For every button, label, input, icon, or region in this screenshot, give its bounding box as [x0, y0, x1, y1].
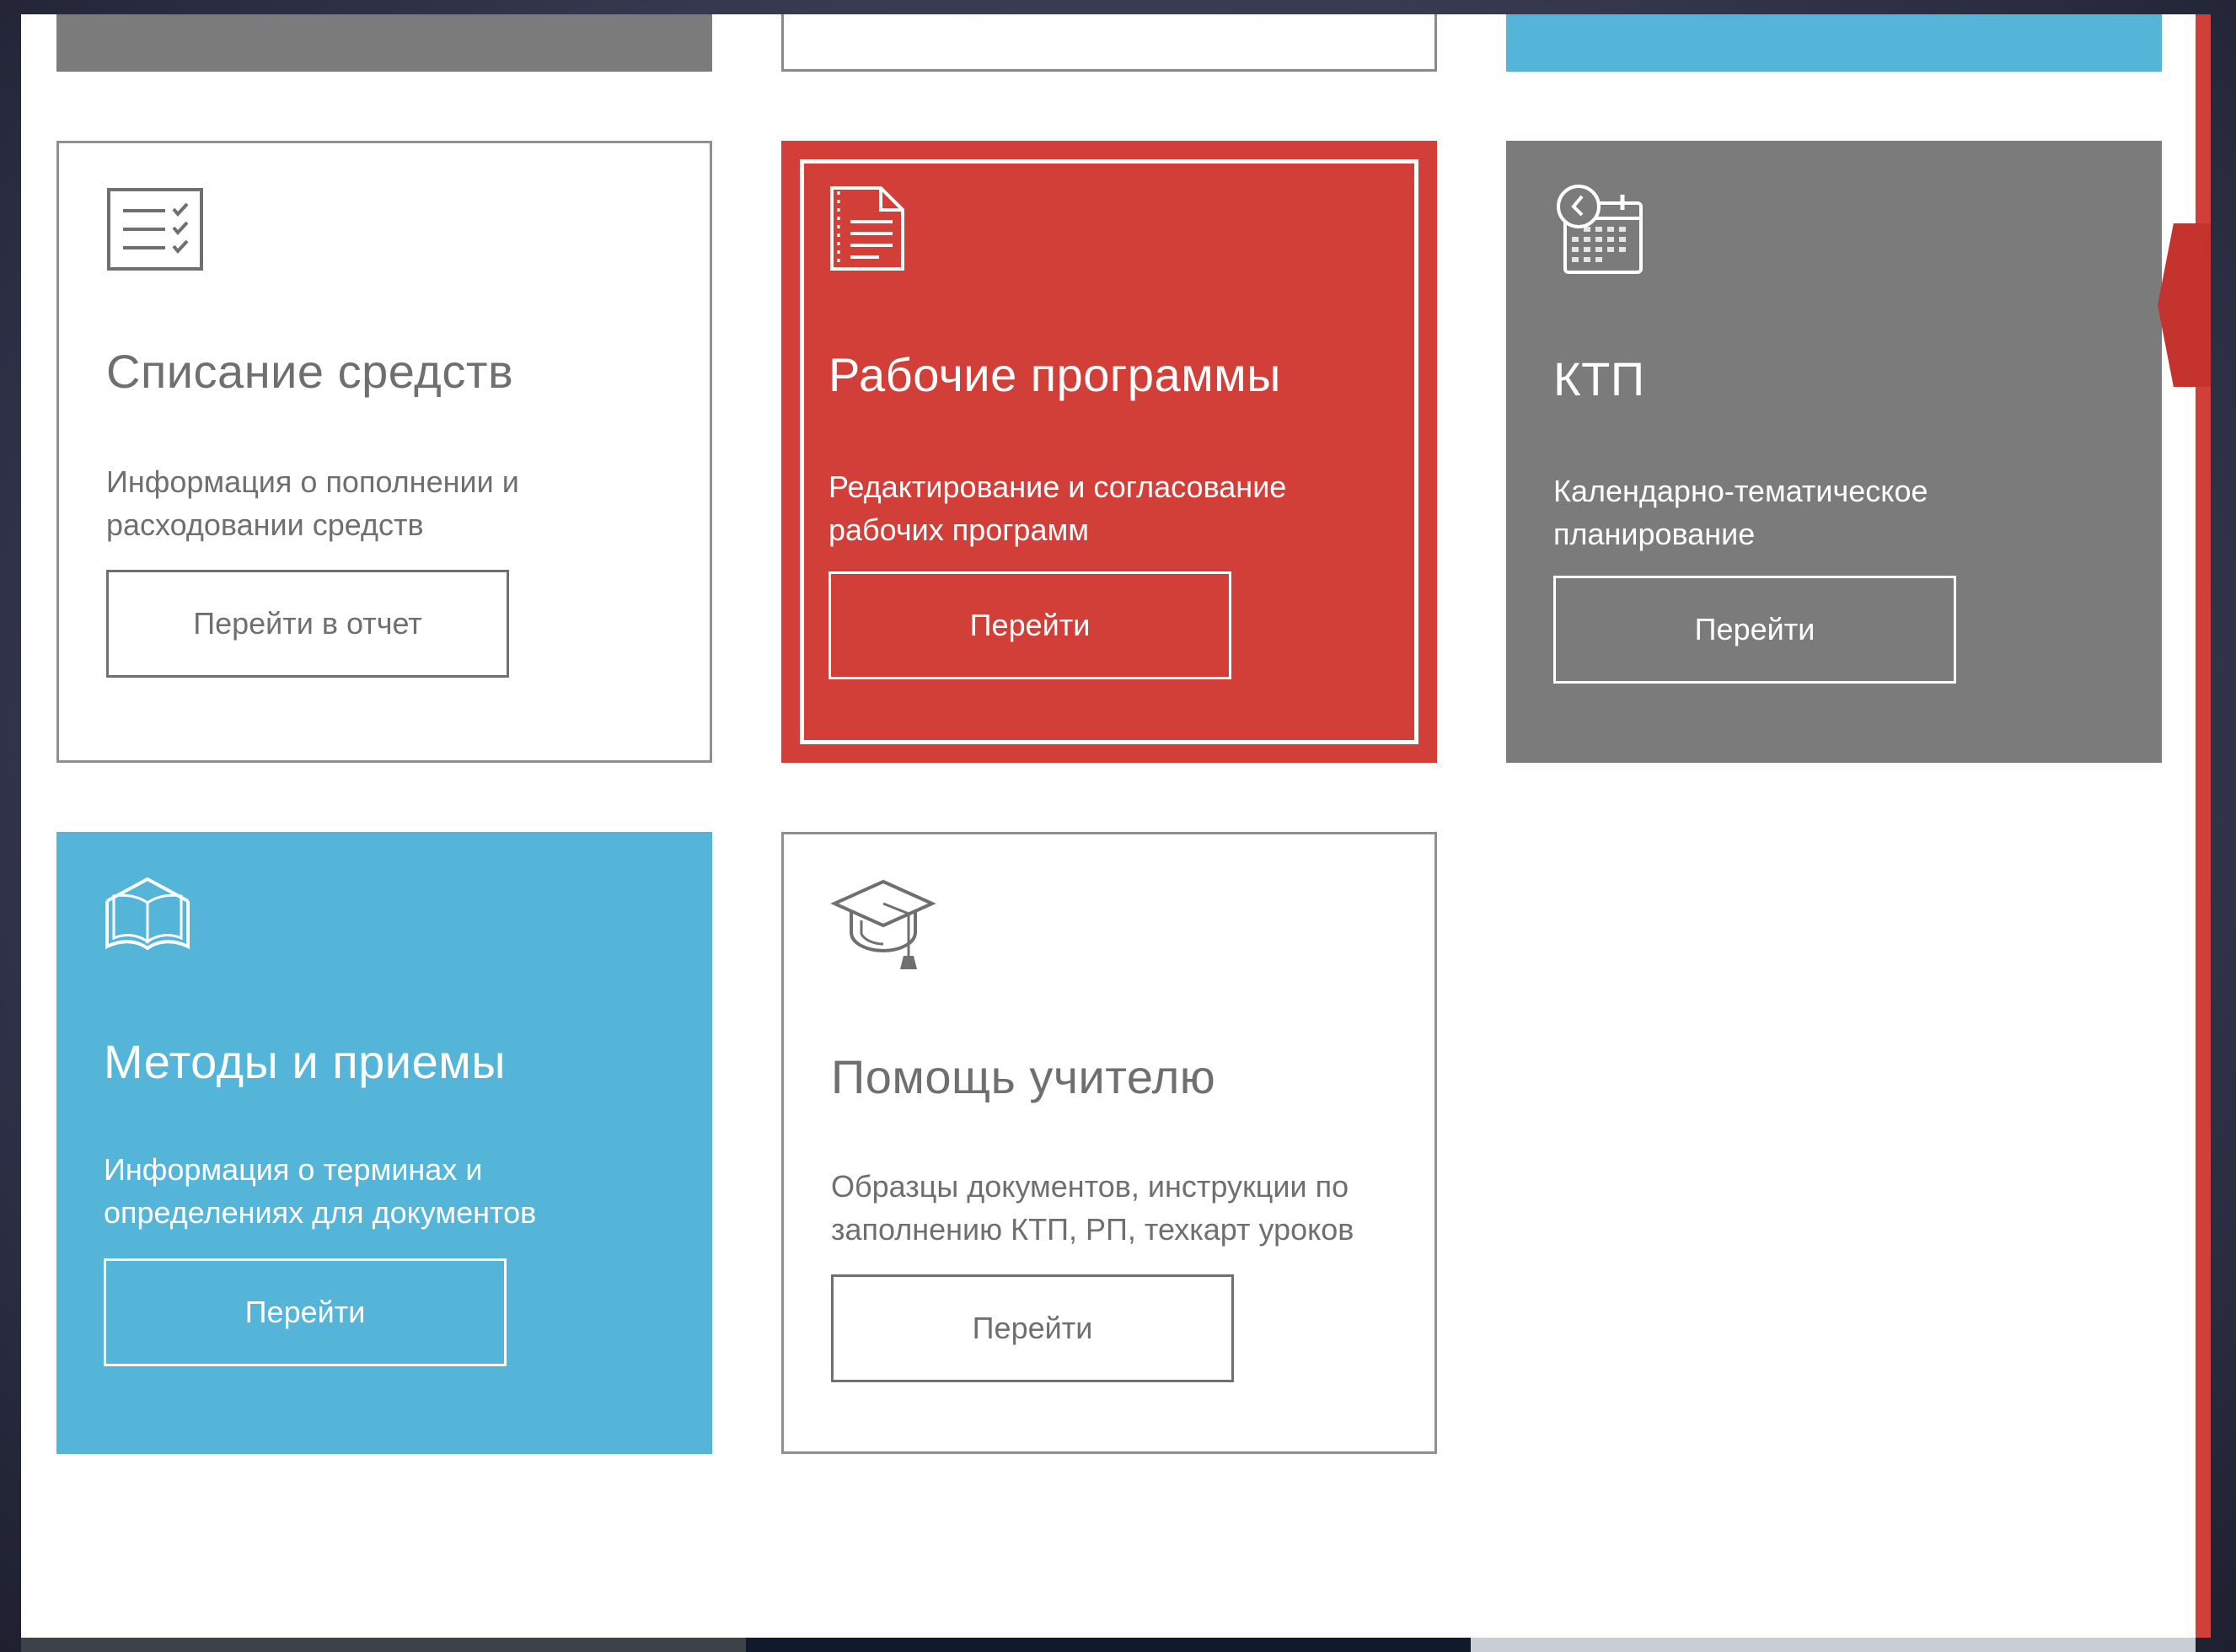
- card-title: Методы и приемы: [104, 1035, 506, 1088]
- card-ktp: КТП Календарно-тематическое планирование…: [1506, 141, 2162, 763]
- go-to-work-programs-button[interactable]: Перейти: [828, 571, 1231, 679]
- go-to-ktp-button[interactable]: Перейти: [1553, 576, 1956, 684]
- card-description: Календарно-тематическое планирование: [1553, 474, 1928, 551]
- go-to-report-button[interactable]: Перейти в отчет: [106, 570, 509, 678]
- footer-image-strip: [21, 1638, 2196, 1652]
- card-title: Рабочие программы: [828, 348, 1281, 401]
- card-title: КТП: [1553, 352, 1645, 405]
- go-to-methods-button[interactable]: Перейти: [104, 1258, 507, 1366]
- card-title: Помощь учителю: [831, 1050, 1216, 1103]
- cropped-card-blue: [1506, 14, 2162, 72]
- card-description: Образцы документов, инструкции по заполн…: [831, 1169, 1354, 1247]
- card-description: Информация о терминах и определениях для…: [104, 1152, 537, 1230]
- calendar-clock-icon: [1553, 185, 1646, 281]
- checklist-icon: [106, 187, 204, 275]
- card-title: Списание средств: [106, 345, 514, 398]
- footer-image-2: [746, 1638, 1471, 1652]
- footer-image-3: [1471, 1638, 2196, 1652]
- open-book-icon: [104, 876, 191, 960]
- card-teacher-help: Помощь учителю Образцы документов, инстр…: [781, 832, 1437, 1454]
- card-methods: Методы и приемы Информация о терминах и …: [56, 832, 712, 1454]
- document-icon: [828, 185, 906, 276]
- card-description: Информация о пополнении и расходовании с…: [106, 464, 519, 542]
- page-content: Списание средств Информация о пополнении…: [21, 14, 2196, 1638]
- cropped-card-white: [781, 14, 1437, 72]
- footer-image-1: [21, 1638, 746, 1652]
- card-write-off: Списание средств Информация о пополнении…: [56, 141, 712, 763]
- card-work-programs: Рабочие программы Редактирование и согла…: [781, 141, 1437, 763]
- go-to-teacher-help-button[interactable]: Перейти: [831, 1274, 1234, 1382]
- graduation-cap-icon: [830, 878, 936, 976]
- cropped-card-gray: [56, 14, 712, 72]
- card-description: Редактирование и согласование рабочих пр…: [828, 469, 1287, 547]
